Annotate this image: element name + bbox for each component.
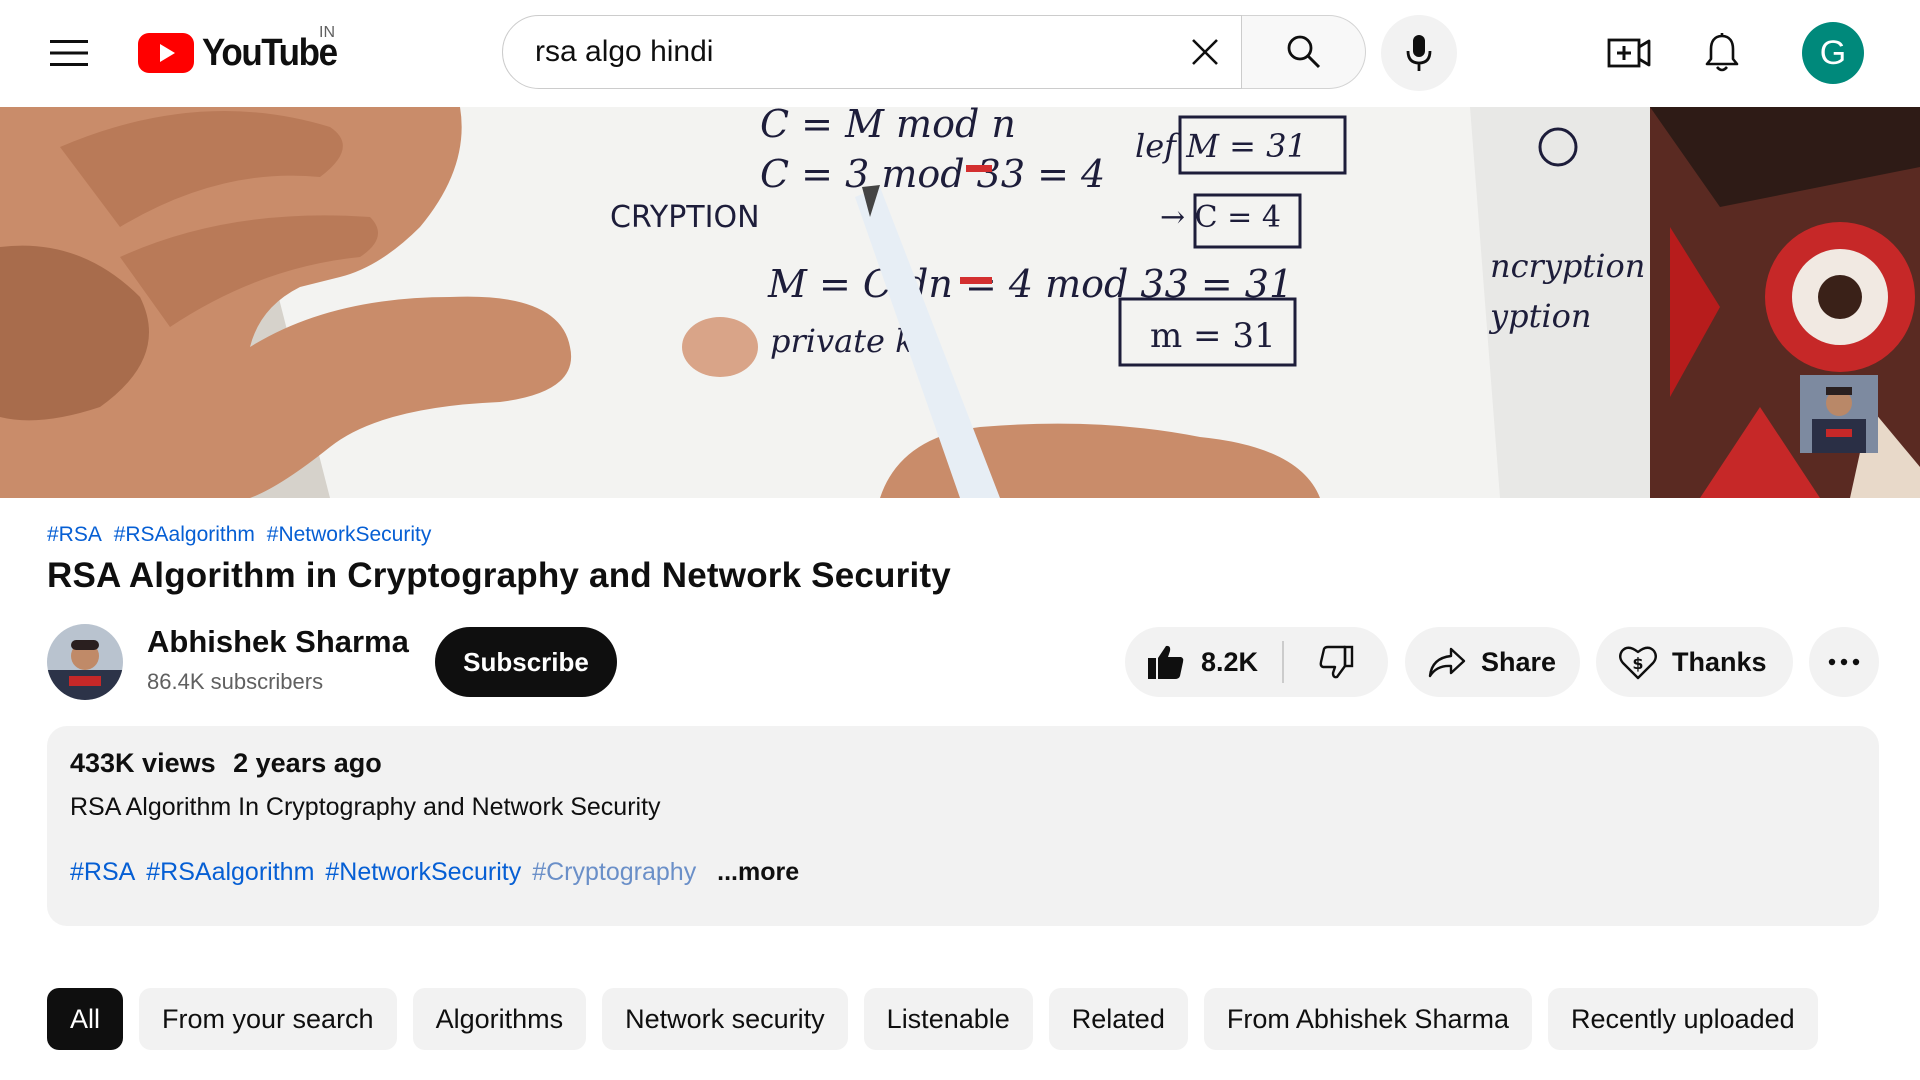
thanks-button[interactable]: $ Thanks: [1596, 627, 1793, 697]
hashtag-link[interactable]: #NetworkSecurity: [325, 858, 521, 886]
svg-text:$: $: [1632, 654, 1643, 673]
voice-search-button[interactable]: [1381, 15, 1457, 91]
create-button[interactable]: [1600, 27, 1658, 79]
country-code: IN: [319, 24, 335, 41]
create-video-icon: [1607, 38, 1651, 68]
video-title: RSA Algorithm in Cryptography and Networ…: [47, 556, 951, 595]
svg-text:ncryption: ncryption: [1490, 247, 1645, 285]
chip-from-your-search[interactable]: From your search: [139, 988, 397, 1050]
share-button[interactable]: Share: [1405, 627, 1580, 697]
more-horizontal-icon: [1828, 658, 1860, 666]
share-label: Share: [1481, 646, 1557, 677]
youtube-logo-icon: [138, 33, 194, 73]
logo-wordmark: YouTube: [202, 31, 338, 74]
chip-network-security[interactable]: Network security: [602, 988, 848, 1050]
thanks-icon: $: [1619, 646, 1657, 680]
chip-related[interactable]: Related: [1048, 988, 1188, 1050]
description-box[interactable]: 433K views 2 years ago RSA Algorithm In …: [47, 726, 1879, 926]
like-dislike-group: 8.2K: [1125, 627, 1388, 697]
chip-from-channel[interactable]: From Abhishek Sharma: [1203, 988, 1532, 1050]
video-frame-image: C = M mod n C = 3 mod 33 = 4 CRYPTION M …: [0, 107, 1920, 498]
menu-button[interactable]: [40, 27, 98, 79]
subscribe-button[interactable]: Subscribe: [435, 627, 617, 697]
channel-name[interactable]: Abhishek Sharma: [147, 624, 409, 660]
thanks-label: Thanks: [1672, 646, 1767, 677]
search-box[interactable]: rsa algo hindi: [502, 15, 1242, 89]
account-avatar[interactable]: G: [1802, 22, 1864, 84]
svg-text:lef M = 31: lef M = 31: [1135, 127, 1307, 165]
menu-icon: [50, 40, 88, 66]
svg-text:C = 3 mod 33 = 4: C = 3 mod 33 = 4: [760, 152, 1105, 196]
svg-text:→ C = 4: → C = 4: [1160, 200, 1281, 235]
hashtag-link[interactable]: #Cryptography: [532, 858, 696, 886]
video-player[interactable]: C = M mod n C = 3 mod 33 = 4 CRYPTION M …: [0, 107, 1920, 498]
search-icon: [1287, 35, 1320, 69]
close-icon: [1192, 39, 1218, 65]
chip-listenable[interactable]: Listenable: [863, 988, 1033, 1050]
share-icon: [1428, 647, 1466, 678]
masthead: YouTube IN rsa algo hindi G: [0, 0, 1920, 107]
view-count: 433K views: [70, 748, 216, 778]
hashtag-link[interactable]: #RSAalgorithm: [146, 858, 314, 886]
bell-icon: [1705, 33, 1739, 72]
hashtag-link[interactable]: #RSA: [70, 858, 135, 886]
thumbs-up-icon: [1148, 645, 1184, 679]
chip-algorithms[interactable]: Algorithms: [412, 988, 587, 1050]
channel-avatar[interactable]: [47, 624, 123, 700]
svg-text:private k: private k: [770, 322, 915, 360]
related-filter-chips: All From your search Algorithms Network …: [47, 988, 1818, 1050]
svg-text:CRYPTION: CRYPTION: [610, 200, 760, 235]
like-button[interactable]: 8.2K: [1125, 627, 1282, 697]
youtube-logo[interactable]: YouTube IN: [138, 24, 348, 76]
clear-search-button[interactable]: [1175, 22, 1235, 82]
hashtag-link[interactable]: #RSA: [47, 523, 102, 546]
svg-text:m = 31: m = 31: [1150, 316, 1276, 356]
upload-age: 2 years ago: [233, 748, 382, 778]
subscriber-count: 86.4K subscribers: [147, 669, 324, 694]
show-more-button[interactable]: ...more: [717, 858, 799, 886]
hashtag-link[interactable]: #NetworkSecurity: [267, 523, 432, 546]
search-button[interactable]: [1242, 15, 1366, 89]
notifications-button[interactable]: [1693, 27, 1751, 79]
thumbs-down-icon: [1319, 645, 1353, 679]
video-hashtags: #RSA #RSAalgorithm #NetworkSecurity: [47, 523, 437, 547]
video-meta: 433K views 2 years ago: [70, 748, 1856, 779]
search-input[interactable]: rsa algo hindi: [535, 35, 1175, 69]
channel-avatar-image: [47, 624, 123, 700]
description-text: RSA Algorithm In Cryptography and Networ…: [70, 793, 661, 821]
dislike-button[interactable]: [1284, 627, 1388, 697]
chip-recently-uploaded[interactable]: Recently uploaded: [1547, 988, 1818, 1050]
like-count: 8.2K: [1201, 646, 1259, 677]
description-hashtags: #RSA #RSAalgorithm #NetworkSecurity #Cry…: [70, 858, 1856, 887]
svg-text:C = M mod n: C = M mod n: [760, 107, 1016, 146]
more-actions-button[interactable]: [1809, 627, 1879, 697]
chip-all[interactable]: All: [47, 988, 124, 1050]
svg-text:yption: yption: [1488, 297, 1592, 335]
microphone-icon: [1406, 35, 1432, 71]
hashtag-link[interactable]: #RSAalgorithm: [114, 523, 255, 546]
